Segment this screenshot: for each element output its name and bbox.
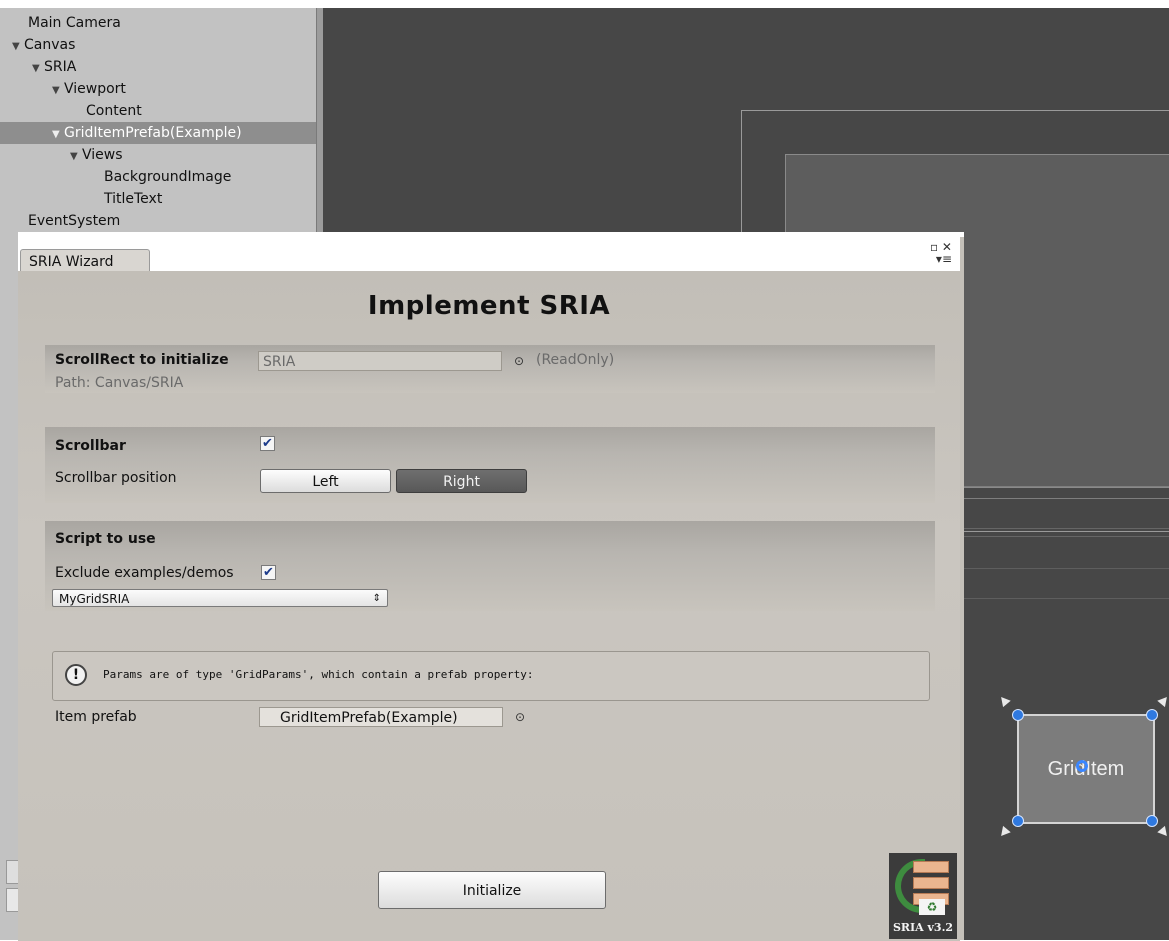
resize-handle-bottom-right[interactable] xyxy=(1146,815,1158,827)
tab-menu-icon[interactable]: ▾≡ xyxy=(930,253,952,265)
pivot-handle[interactable] xyxy=(1076,760,1088,772)
resize-handle-bottom-left[interactable] xyxy=(1012,815,1024,827)
hierarchy-item-label: Viewport xyxy=(64,81,126,97)
hierarchy-item-label: Main Camera xyxy=(28,15,121,31)
dropdown-arrow-icon: ⇕ xyxy=(372,593,381,604)
page-title: Implement SRIA xyxy=(367,291,611,321)
tab-label: SRIA Wizard xyxy=(29,254,114,270)
scrollrect-field: SRIA xyxy=(258,351,502,371)
item-prefab-field[interactable]: GridItemPrefab(Example) xyxy=(259,707,503,727)
scrollbar-position-label: Scrollbar position xyxy=(55,470,177,486)
logo-bar xyxy=(913,877,949,889)
anchor-icon[interactable] xyxy=(1157,693,1169,708)
scene-guide-line xyxy=(962,498,1169,499)
recycle-icon: ♻ xyxy=(919,899,945,915)
resize-handle-top-left[interactable] xyxy=(1012,709,1024,721)
scrollbar-section: Scrollbar ✔ Scrollbar position Left Righ… xyxy=(45,427,935,503)
scene-guide-line xyxy=(962,528,1169,529)
scrollrect-section: ScrollRect to initialize SRIA ⊙ (ReadOnl… xyxy=(45,345,935,393)
hierarchy-item-viewport[interactable]: ▼ Viewport xyxy=(0,78,368,100)
anchor-icon[interactable] xyxy=(997,825,1011,840)
scrollbar-label: Scrollbar xyxy=(55,438,126,454)
exclude-examples-label: Exclude examples/demos xyxy=(55,565,234,581)
expand-arrow-icon[interactable]: ▼ xyxy=(12,36,24,58)
logo-version-text: SRIA v3.2 xyxy=(892,921,954,934)
resize-handle-top-right[interactable] xyxy=(1146,709,1158,721)
help-box: ! Params are of type 'GridParams', which… xyxy=(52,651,930,701)
hierarchy-item-label: Canvas xyxy=(24,37,76,53)
hierarchy-item-sria[interactable]: ▼ SRIA xyxy=(0,56,348,78)
help-text: Params are of type 'GridParams', which c… xyxy=(103,668,534,681)
hierarchy-item-label: EventSystem xyxy=(28,213,121,229)
script-dropdown[interactable]: MyGridSRIA ⇕ xyxy=(52,589,388,607)
scene-guide-line xyxy=(962,598,1169,599)
scrollbar-checkbox[interactable]: ✔ xyxy=(260,436,275,451)
hierarchy-item-label: SRIA xyxy=(44,59,77,75)
expand-arrow-icon[interactable]: ▼ xyxy=(32,58,44,80)
hierarchy-item-label: Views xyxy=(82,147,123,163)
hierarchy-item-griditemprefab[interactable]: ▼ GridItemPrefab(Example) xyxy=(0,122,368,144)
wizard-body: Implement SRIA ScrollRect to initialize … xyxy=(18,271,960,941)
scene-guide-line xyxy=(962,486,1169,487)
sria-wizard-window: SRIA Wizard ▫ ✕ ▾≡ Implement SRIA Scroll… xyxy=(18,232,964,941)
readonly-note: (ReadOnly) xyxy=(536,352,615,368)
exclude-examples-checkbox[interactable]: ✔ xyxy=(261,565,276,580)
hierarchy-item-main-camera[interactable]: Main Camera xyxy=(0,12,344,34)
object-picker-icon[interactable]: ⊙ xyxy=(515,710,525,724)
scene-guide-line xyxy=(962,536,1169,537)
logo-bar xyxy=(913,861,949,873)
hierarchy-item-canvas[interactable]: ▼ Canvas xyxy=(0,34,328,56)
hierarchy-item-label: Content xyxy=(86,103,142,119)
tab-sria-wizard[interactable]: SRIA Wizard xyxy=(20,249,150,273)
expand-arrow-icon[interactable]: ▼ xyxy=(70,146,82,168)
window-controls[interactable]: ▫ ✕ ▾≡ xyxy=(930,241,952,265)
sria-logo: ♻ SRIA v3.2 xyxy=(889,853,957,939)
info-icon: ! xyxy=(65,664,87,686)
wizard-tab-bar: SRIA Wizard ▫ ✕ ▾≡ xyxy=(18,237,960,273)
anchor-icon[interactable] xyxy=(997,693,1011,708)
scrollrect-label: ScrollRect to initialize xyxy=(55,352,229,368)
script-dropdown-value: MyGridSRIA xyxy=(59,592,130,606)
scrollbar-right-button[interactable]: Right xyxy=(396,469,527,493)
anchor-icon[interactable] xyxy=(1157,825,1169,840)
hierarchy-item-label: TitleText xyxy=(104,191,163,207)
grid-item-rect[interactable]: GridItem xyxy=(1017,714,1155,824)
expand-arrow-icon[interactable]: ▼ xyxy=(52,124,64,146)
hierarchy-item-label: GridItemPrefab(Example) xyxy=(64,125,242,141)
object-picker-icon[interactable]: ⊙ xyxy=(514,354,524,368)
expand-arrow-icon[interactable]: ▼ xyxy=(52,80,64,102)
script-label: Script to use xyxy=(55,531,156,547)
hierarchy-item-eventsystem[interactable]: EventSystem xyxy=(0,210,344,232)
hierarchy-item-label: BackgroundImage xyxy=(104,169,232,185)
scene-guide-line xyxy=(962,568,1169,569)
scrollrect-path: Path: Canvas/SRIA xyxy=(55,375,184,391)
scrollbar-left-button[interactable]: Left xyxy=(260,469,391,493)
item-prefab-label: Item prefab xyxy=(55,709,137,725)
initialize-button[interactable]: Initialize xyxy=(378,871,606,909)
